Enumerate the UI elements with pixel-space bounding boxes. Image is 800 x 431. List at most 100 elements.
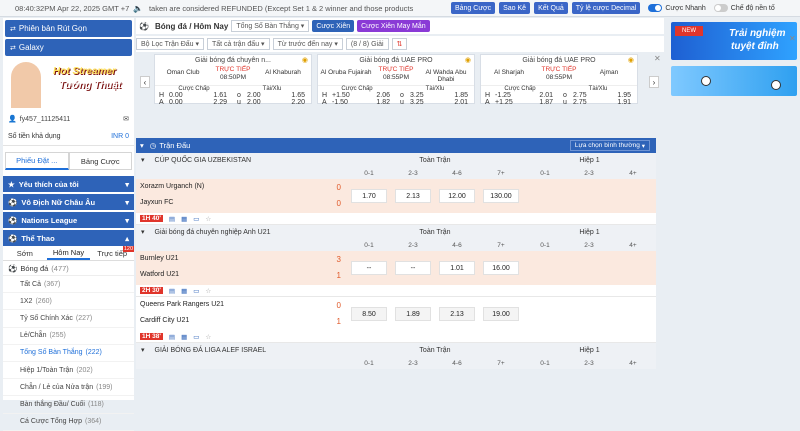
odds-button[interactable]: 12.00 bbox=[439, 189, 475, 203]
collapse-icon[interactable]: ▾ bbox=[140, 141, 144, 150]
pin-icon[interactable]: ◉ bbox=[628, 56, 634, 64]
sports-section[interactable]: ⚽ Thể Thao ▴ bbox=[3, 230, 134, 246]
account-row[interactable]: 👤 fy457_11125411 ✉ bbox=[3, 110, 134, 128]
chevron-left-icon[interactable]: ‹ bbox=[140, 76, 150, 88]
collapse-icon[interactable]: ▾ bbox=[141, 157, 145, 164]
handicap-odds[interactable]: 2.29 bbox=[198, 99, 233, 106]
tab-bet-list[interactable]: Bảng Cược bbox=[68, 152, 132, 170]
star-icon[interactable]: ☆ bbox=[205, 215, 211, 223]
odds-button[interactable]: 8.50 bbox=[351, 307, 387, 321]
favorites-section[interactable]: ★ Yêu thích của tôi ▾ bbox=[3, 176, 134, 192]
match-filter-select[interactable]: Bộ Lọc Trận Đấu ▾ bbox=[136, 38, 204, 50]
tab-early[interactable]: Sớm bbox=[3, 246, 47, 260]
speaker-icon[interactable]: 🔈 bbox=[133, 4, 143, 13]
market-item[interactable]: Tỷ Số Chính Xác (227) bbox=[3, 310, 134, 328]
handicap-odds[interactable]: 2.06 bbox=[361, 92, 396, 99]
handicap-odds[interactable]: 1.61 bbox=[198, 92, 233, 99]
all-matches-select[interactable]: Tất cả trận đấu ▾ bbox=[207, 38, 270, 50]
odds-button[interactable]: 16.00 bbox=[483, 261, 519, 275]
market-item[interactable]: 1X2 (260) bbox=[3, 293, 134, 311]
ou-odds[interactable]: 1.95 bbox=[602, 92, 637, 99]
featured-match-card[interactable]: Giải bóng đá chuyên n... ◉ Oman Club TRỰ… bbox=[154, 54, 312, 106]
stats-icon[interactable]: ▤ bbox=[169, 287, 175, 295]
tv-icon[interactable]: ▭ bbox=[193, 333, 199, 341]
odds-button[interactable]: 1.70 bbox=[351, 189, 387, 203]
odds-format-select[interactable]: Tỷ lệ cược Decimal bbox=[571, 2, 641, 14]
tv-icon[interactable]: ▭ bbox=[193, 215, 199, 223]
bet-list-button[interactable]: Bảng Cược bbox=[450, 2, 496, 14]
chevron-right-icon[interactable]: › bbox=[649, 76, 659, 88]
quick-bet-toggle[interactable] bbox=[648, 4, 663, 12]
ou-odds[interactable]: 2.01 bbox=[439, 99, 474, 106]
odds-button[interactable]: 2.13 bbox=[439, 307, 475, 321]
market-item[interactable]: Chẵn / Lẻ của Nửa trận (199) bbox=[3, 379, 134, 397]
combo-bet-button[interactable]: Cược Xiên bbox=[312, 20, 355, 32]
refresh-icon[interactable]: ⇅ bbox=[391, 38, 408, 50]
field-icon[interactable]: ▦ bbox=[181, 333, 187, 341]
lucky-combo-button[interactable]: Cược Xiên May Mắn bbox=[357, 20, 430, 32]
tv-icon[interactable]: ▭ bbox=[193, 287, 199, 295]
handicap-odds[interactable]: 1.87 bbox=[524, 99, 559, 106]
collapse-icon[interactable]: ▾ bbox=[141, 229, 145, 236]
league-name: CÚP QUỐC GIA UZBEKISTAN bbox=[154, 157, 252, 164]
compact-version-button[interactable]: ⇄ Phiên bản Rút Gọn bbox=[5, 20, 132, 37]
background-mode-toggle[interactable] bbox=[713, 4, 728, 12]
league-header[interactable]: ▾ GIẢI BÓNG ĐÁ LIGA ALEF ISRAEL Toàn Trận… bbox=[136, 343, 656, 357]
market-item[interactable]: Tất Cả (367) bbox=[3, 276, 134, 294]
stats-icon[interactable]: ▤ bbox=[169, 333, 175, 341]
mail-icon[interactable]: ✉ bbox=[123, 115, 129, 123]
star-icon[interactable]: ☆ bbox=[205, 333, 211, 341]
odds-button[interactable]: -- bbox=[395, 261, 431, 275]
odds-button[interactable]: 1.01 bbox=[439, 261, 475, 275]
market-item-label: Tất Cả bbox=[20, 280, 42, 288]
ou-odds[interactable]: 1.91 bbox=[602, 99, 637, 106]
football-promo-banner[interactable] bbox=[671, 66, 797, 96]
handicap-odds[interactable]: 2.01 bbox=[524, 92, 559, 99]
chevron-up-icon: ▴ bbox=[125, 233, 129, 243]
statement-button[interactable]: Sao Kê bbox=[499, 2, 531, 14]
handicap-odds[interactable]: 1.82 bbox=[361, 99, 396, 106]
ou-odds[interactable]: 1.85 bbox=[439, 92, 474, 99]
women-euro-section[interactable]: ⚽ Vô Địch Nữ Châu Âu ▾ bbox=[3, 194, 134, 210]
nations-league-section[interactable]: ⚽ Nations League ▾ bbox=[3, 212, 134, 228]
ou-odds[interactable]: 1.65 bbox=[276, 92, 311, 99]
odds-button[interactable]: 130.00 bbox=[483, 189, 519, 203]
market-item[interactable]: Bàn thắng Đầu/ Cuối (118) bbox=[3, 396, 134, 414]
stats-icon[interactable]: ▤ bbox=[169, 215, 175, 223]
market-item-count: (199) bbox=[96, 383, 113, 391]
promo-banner[interactable]: NEW Trải nghiệm tuyệt đỉnh bbox=[671, 22, 797, 60]
odds-button[interactable]: 2.13 bbox=[395, 189, 431, 203]
odds-button[interactable]: 1.89 bbox=[395, 307, 431, 321]
close-icon[interactable]: ✕ bbox=[789, 34, 796, 43]
odds-side: H bbox=[322, 92, 328, 99]
sort-select[interactable]: Lựa chọn bình thường ▾ bbox=[569, 140, 650, 151]
sport-football[interactable]: ⚽ Bóng đá (477) bbox=[3, 261, 134, 276]
teams-cell: Burnley U21 3 Watford U21 1 bbox=[136, 251, 347, 285]
ou-odds[interactable]: 2.20 bbox=[276, 99, 311, 106]
star-icon[interactable]: ☆ bbox=[205, 287, 211, 295]
featured-match-card[interactable]: Giải bóng đá UAE PRO ◉ Al Sharjah TRỰC T… bbox=[480, 54, 638, 106]
league-header[interactable]: ▾ CÚP QUỐC GIA UZBEKISTAN Toàn Trận Hiệp … bbox=[136, 153, 656, 167]
field-icon[interactable]: ▦ bbox=[181, 287, 187, 295]
featured-match-card[interactable]: Giải bóng đá UAE PRO ◉ Al Oruba Fujairah… bbox=[317, 54, 475, 106]
streamer-banner[interactable]: Hot Streamer Tướng Thuật bbox=[5, 58, 132, 108]
market-item[interactable]: Lẻ/Chẵn (255) bbox=[3, 328, 134, 345]
market-item[interactable]: Tổng Số Bàn Thắng (222) bbox=[3, 345, 134, 362]
field-icon[interactable]: ▦ bbox=[181, 215, 187, 223]
galaxy-button[interactable]: ⇄ Galaxy bbox=[5, 39, 132, 56]
tab-bet-slip[interactable]: Phiếu Đặt ... bbox=[5, 152, 69, 170]
market-item[interactable]: Cá Cược Tổng Hợp (364) bbox=[3, 414, 134, 431]
odds-button[interactable]: 19.00 bbox=[483, 307, 519, 321]
results-button[interactable]: Kết Quả bbox=[534, 2, 568, 14]
odds-button[interactable]: -- bbox=[351, 261, 387, 275]
date-range-select[interactable]: Từ trước đến nay ▾ bbox=[272, 38, 343, 50]
tab-live[interactable]: Trực tiếp 120 bbox=[90, 246, 135, 260]
collapse-icon[interactable]: ▾ bbox=[141, 347, 145, 354]
league-header[interactable]: ▾ Giải bóng đá chuyên nghiệp Anh U21 Toàn… bbox=[136, 225, 656, 239]
tab-today[interactable]: Hôm Nay bbox=[46, 246, 91, 260]
close-icon[interactable]: ✕ bbox=[654, 54, 661, 63]
pin-icon[interactable]: ◉ bbox=[465, 56, 471, 64]
market-select[interactable]: Tổng Số Bàn Thắng ▾ bbox=[231, 20, 310, 32]
pin-icon[interactable]: ◉ bbox=[302, 56, 308, 64]
market-item[interactable]: Hiệp 1/Toàn Trận (202) bbox=[3, 362, 134, 380]
